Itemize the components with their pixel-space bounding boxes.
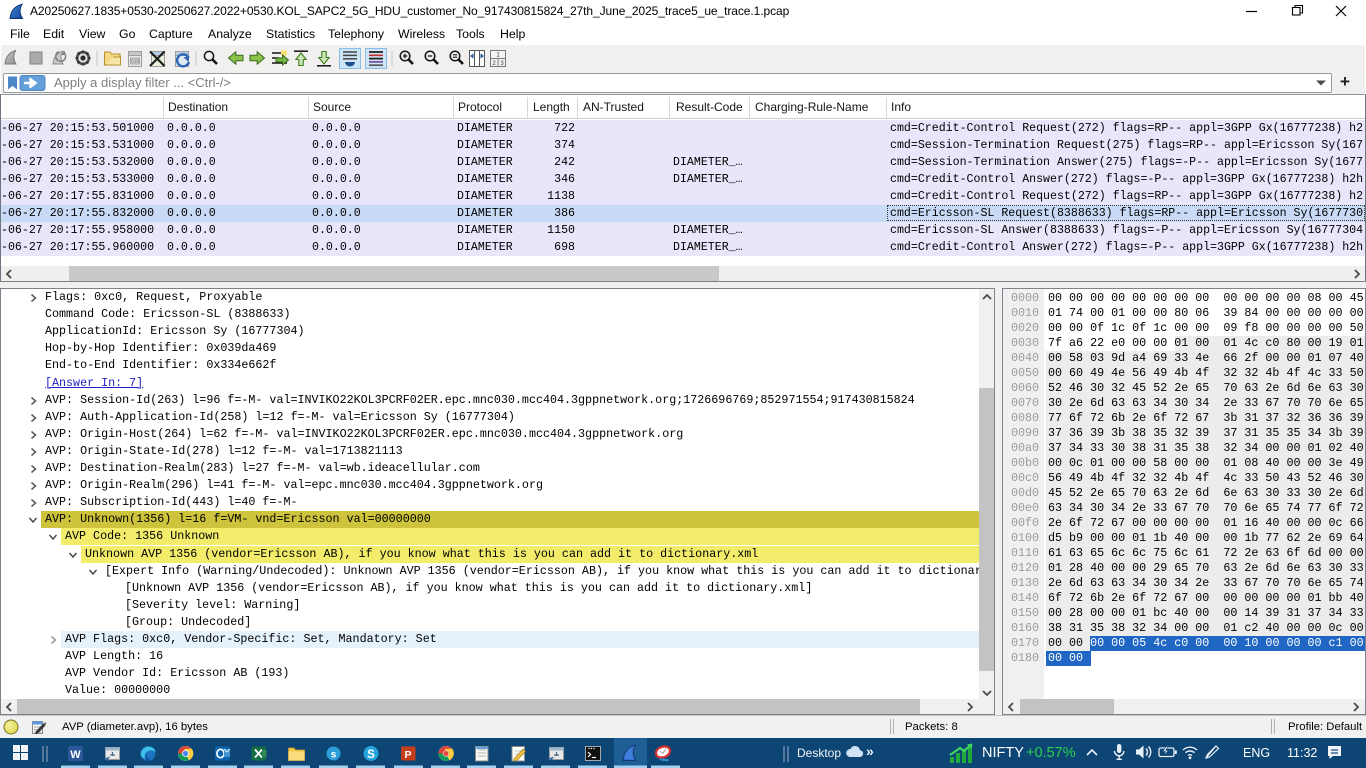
svg-text:S: S [367, 749, 375, 761]
svg-text:010: 010 [131, 59, 140, 65]
svg-text:P: P [404, 749, 411, 761]
svg-text:W: W [70, 749, 81, 761]
svg-text:s: s [331, 750, 337, 761]
